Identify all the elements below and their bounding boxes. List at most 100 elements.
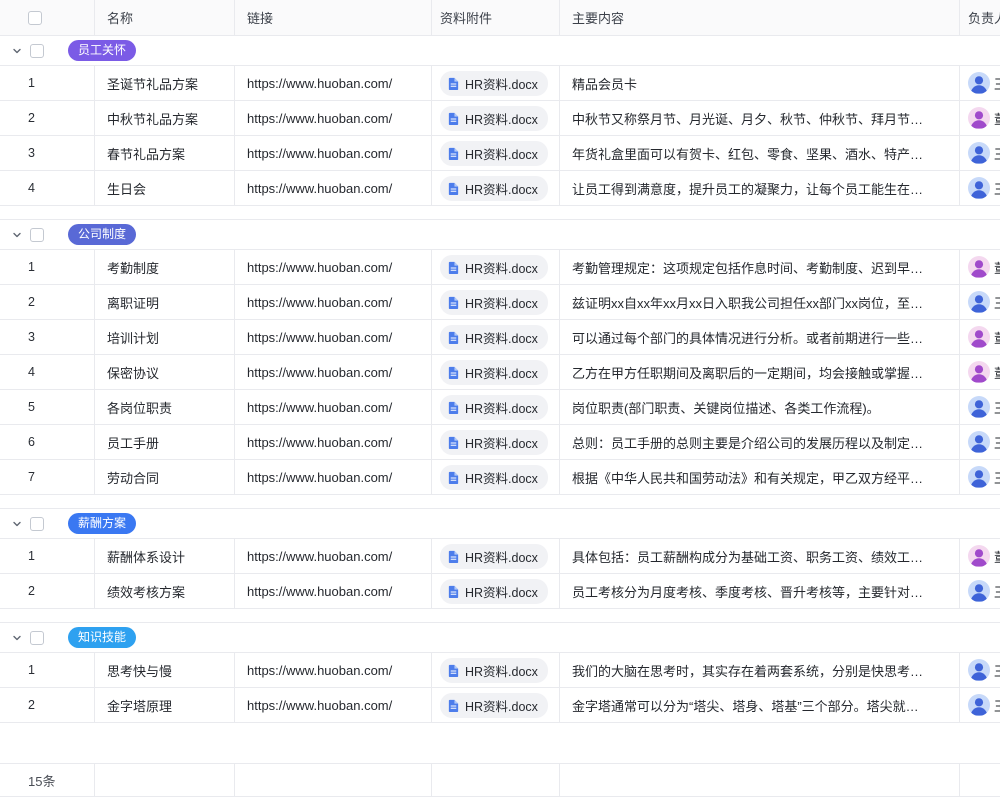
record-link[interactable]: https://www.huoban.com/ <box>247 400 392 415</box>
select-all-checkbox[interactable] <box>28 11 42 25</box>
column-header-link[interactable]: 链接 <box>235 0 432 35</box>
column-header-owner[interactable]: 负责人 <box>960 0 1000 35</box>
attachment-chip[interactable]: HR资料.docx <box>440 579 548 604</box>
link-cell[interactable]: https://www.huoban.com/ <box>235 171 432 205</box>
attachment-chip[interactable]: HR资料.docx <box>440 465 548 490</box>
table-row[interactable]: 3 培训计划 https://www.huoban.com/ HR资料.docx <box>0 320 1000 355</box>
attachment-chip[interactable]: HR资料.docx <box>440 141 548 166</box>
record-link[interactable]: https://www.huoban.com/ <box>247 76 392 91</box>
link-cell[interactable]: https://www.huoban.com/ <box>235 320 432 354</box>
link-cell[interactable]: https://www.huoban.com/ <box>235 390 432 424</box>
link-cell[interactable]: https://www.huoban.com/ <box>235 653 432 687</box>
link-cell[interactable]: https://www.huoban.com/ <box>235 285 432 319</box>
name-cell[interactable]: 员工手册 <box>95 425 235 459</box>
record-link[interactable]: https://www.huoban.com/ <box>247 470 392 485</box>
record-link[interactable]: https://www.huoban.com/ <box>247 295 392 310</box>
name-cell[interactable]: 培训计划 <box>95 320 235 354</box>
table-row[interactable]: 6 员工手册 https://www.huoban.com/ HR资料.docx <box>0 425 1000 460</box>
column-header-name[interactable]: 名称 <box>95 0 235 35</box>
link-cell[interactable]: https://www.huoban.com/ <box>235 136 432 170</box>
collapse-chevron-icon[interactable] <box>12 632 24 644</box>
name-cell[interactable]: 保密协议 <box>95 355 235 389</box>
name-cell[interactable]: 中秋节礼品方案 <box>95 101 235 135</box>
content-cell[interactable]: 兹证明xx自xx年xx月xx日入职我公司担任xx部门xx岗位，至… <box>560 285 960 319</box>
table-row[interactable]: 1 思考快与慢 https://www.huoban.com/ HR资料.doc… <box>0 653 1000 688</box>
record-link[interactable]: https://www.huoban.com/ <box>247 698 392 713</box>
table-row[interactable]: 2 金字塔原理 https://www.huoban.com/ HR资料.doc… <box>0 688 1000 723</box>
name-cell[interactable]: 生日会 <box>95 171 235 205</box>
group-checkbox[interactable] <box>30 517 44 531</box>
table-row[interactable]: 4 生日会 https://www.huoban.com/ HR资料.docx … <box>0 171 1000 206</box>
record-link[interactable]: https://www.huoban.com/ <box>247 330 392 345</box>
content-cell[interactable]: 总则：员工手册的总则主要是介绍公司的发展历程以及制定… <box>560 425 960 459</box>
table-row[interactable]: 4 保密协议 https://www.huoban.com/ HR资料.docx <box>0 355 1000 390</box>
name-cell[interactable]: 各岗位职责 <box>95 390 235 424</box>
attachment-chip[interactable]: HR资料.docx <box>440 658 548 683</box>
group-badge[interactable]: 员工关怀 <box>68 40 136 61</box>
group-badge[interactable]: 公司制度 <box>68 224 136 245</box>
content-cell[interactable]: 精品会员卡 <box>560 66 960 100</box>
content-cell[interactable]: 我们的大脑在思考时，其实存在着两套系统，分别是快思考… <box>560 653 960 687</box>
name-cell[interactable]: 考勤制度 <box>95 250 235 284</box>
link-cell[interactable]: https://www.huoban.com/ <box>235 250 432 284</box>
record-link[interactable]: https://www.huoban.com/ <box>247 549 392 564</box>
attachment-chip[interactable]: HR资料.docx <box>440 360 548 385</box>
collapse-chevron-icon[interactable] <box>12 518 24 530</box>
table-row[interactable]: 2 绩效考核方案 https://www.huoban.com/ HR资料.do… <box>0 574 1000 609</box>
group-checkbox[interactable] <box>30 631 44 645</box>
name-cell[interactable]: 绩效考核方案 <box>95 574 235 608</box>
link-cell[interactable]: https://www.huoban.com/ <box>235 355 432 389</box>
attachment-chip[interactable]: HR资料.docx <box>440 71 548 96</box>
record-link[interactable]: https://www.huoban.com/ <box>247 111 392 126</box>
link-cell[interactable]: https://www.huoban.com/ <box>235 425 432 459</box>
collapse-chevron-icon[interactable] <box>12 45 24 57</box>
name-cell[interactable]: 春节礼品方案 <box>95 136 235 170</box>
link-cell[interactable]: https://www.huoban.com/ <box>235 539 432 573</box>
content-cell[interactable]: 中秋节又称祭月节、月光诞、月夕、秋节、仲秋节、拜月节… <box>560 101 960 135</box>
table-row[interactable]: 5 各岗位职责 https://www.huoban.com/ HR资料.doc… <box>0 390 1000 425</box>
table-row[interactable]: 1 薪酬体系设计 https://www.huoban.com/ HR资料.do… <box>0 539 1000 574</box>
record-link[interactable]: https://www.huoban.com/ <box>247 181 392 196</box>
name-cell[interactable]: 圣诞节礼品方案 <box>95 66 235 100</box>
table-row[interactable]: 7 劳动合同 https://www.huoban.com/ HR资料.docx <box>0 460 1000 495</box>
attachment-chip[interactable]: HR资料.docx <box>440 176 548 201</box>
content-cell[interactable]: 让员工得到满意度，提升员工的凝聚力，让每个员工能生在… <box>560 171 960 205</box>
name-cell[interactable]: 金字塔原理 <box>95 688 235 722</box>
table-row[interactable]: 3 春节礼品方案 https://www.huoban.com/ HR资料.do… <box>0 136 1000 171</box>
record-link[interactable]: https://www.huoban.com/ <box>247 584 392 599</box>
column-header-attachment[interactable]: 资料附件 <box>432 0 560 35</box>
group-checkbox[interactable] <box>30 228 44 242</box>
record-link[interactable]: https://www.huoban.com/ <box>247 435 392 450</box>
content-cell[interactable]: 岗位职责(部门职责、关键岗位描述、各类工作流程)。 <box>560 390 960 424</box>
group-badge[interactable]: 薪酬方案 <box>68 513 136 534</box>
content-cell[interactable]: 乙方在甲方任职期间及离职后的一定期间，均会接触或掌握… <box>560 355 960 389</box>
link-cell[interactable]: https://www.huoban.com/ <box>235 66 432 100</box>
record-link[interactable]: https://www.huoban.com/ <box>247 365 392 380</box>
link-cell[interactable]: https://www.huoban.com/ <box>235 688 432 722</box>
content-cell[interactable]: 具体包括：员工薪酬构成分为基础工资、职务工资、绩效工… <box>560 539 960 573</box>
attachment-chip[interactable]: HR资料.docx <box>440 290 548 315</box>
attachment-chip[interactable]: HR资料.docx <box>440 106 548 131</box>
record-link[interactable]: https://www.huoban.com/ <box>247 663 392 678</box>
attachment-chip[interactable]: HR资料.docx <box>440 325 548 350</box>
column-header-content[interactable]: 主要内容 <box>560 0 960 35</box>
table-row[interactable]: 1 考勤制度 https://www.huoban.com/ HR资料.docx <box>0 250 1000 285</box>
table-row[interactable]: 2 离职证明 https://www.huoban.com/ HR资料.docx <box>0 285 1000 320</box>
name-cell[interactable]: 离职证明 <box>95 285 235 319</box>
attachment-chip[interactable]: HR资料.docx <box>440 544 548 569</box>
name-cell[interactable]: 思考快与慢 <box>95 653 235 687</box>
attachment-chip[interactable]: HR资料.docx <box>440 430 548 455</box>
content-cell[interactable]: 可以通过每个部门的具体情况进行分析。或者前期进行一些… <box>560 320 960 354</box>
attachment-chip[interactable]: HR资料.docx <box>440 255 548 280</box>
table-row[interactable]: 1 圣诞节礼品方案 https://www.huoban.com/ HR资料.d… <box>0 66 1000 101</box>
table-row[interactable]: 2 中秋节礼品方案 https://www.huoban.com/ HR资料.d… <box>0 101 1000 136</box>
group-badge[interactable]: 知识技能 <box>68 627 136 648</box>
attachment-chip[interactable]: HR资料.docx <box>440 395 548 420</box>
name-cell[interactable]: 劳动合同 <box>95 460 235 494</box>
link-cell[interactable]: https://www.huoban.com/ <box>235 574 432 608</box>
attachment-chip[interactable]: HR资料.docx <box>440 693 548 718</box>
content-cell[interactable]: 考勤管理规定：这项规定包括作息时间、考勤制度、迟到早… <box>560 250 960 284</box>
content-cell[interactable]: 年货礼盒里面可以有贺卡、红包、零食、坚果、酒水、特产… <box>560 136 960 170</box>
collapse-chevron-icon[interactable] <box>12 229 24 241</box>
record-link[interactable]: https://www.huoban.com/ <box>247 146 392 161</box>
